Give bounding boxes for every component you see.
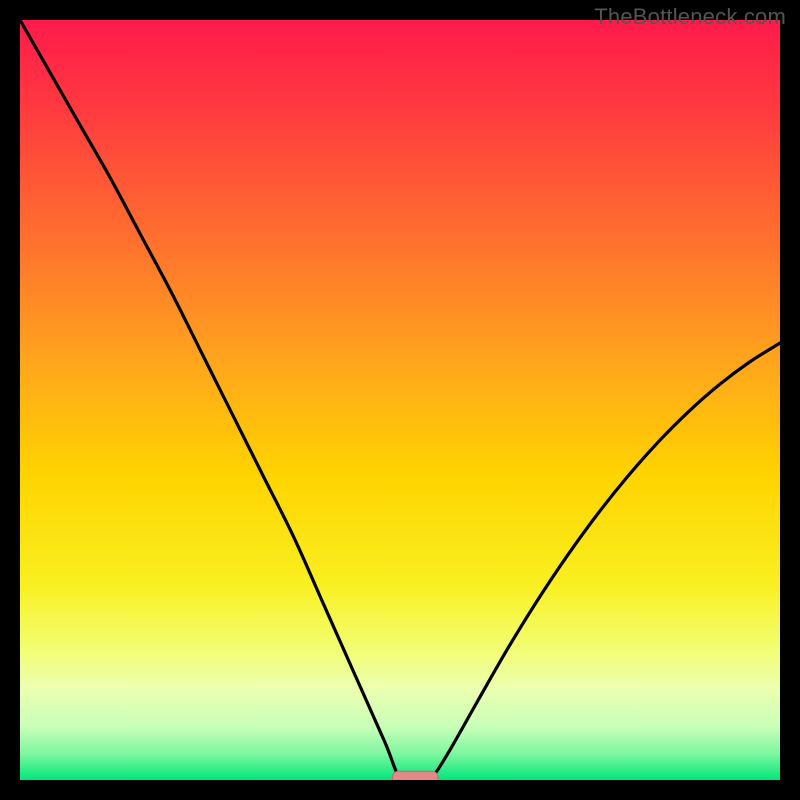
bottleneck-chart	[20, 20, 780, 780]
chart-background	[20, 20, 780, 780]
watermark-text: TheBottleneck.com	[594, 4, 786, 30]
optimal-marker	[392, 771, 438, 780]
chart-frame: TheBottleneck.com	[0, 0, 800, 800]
